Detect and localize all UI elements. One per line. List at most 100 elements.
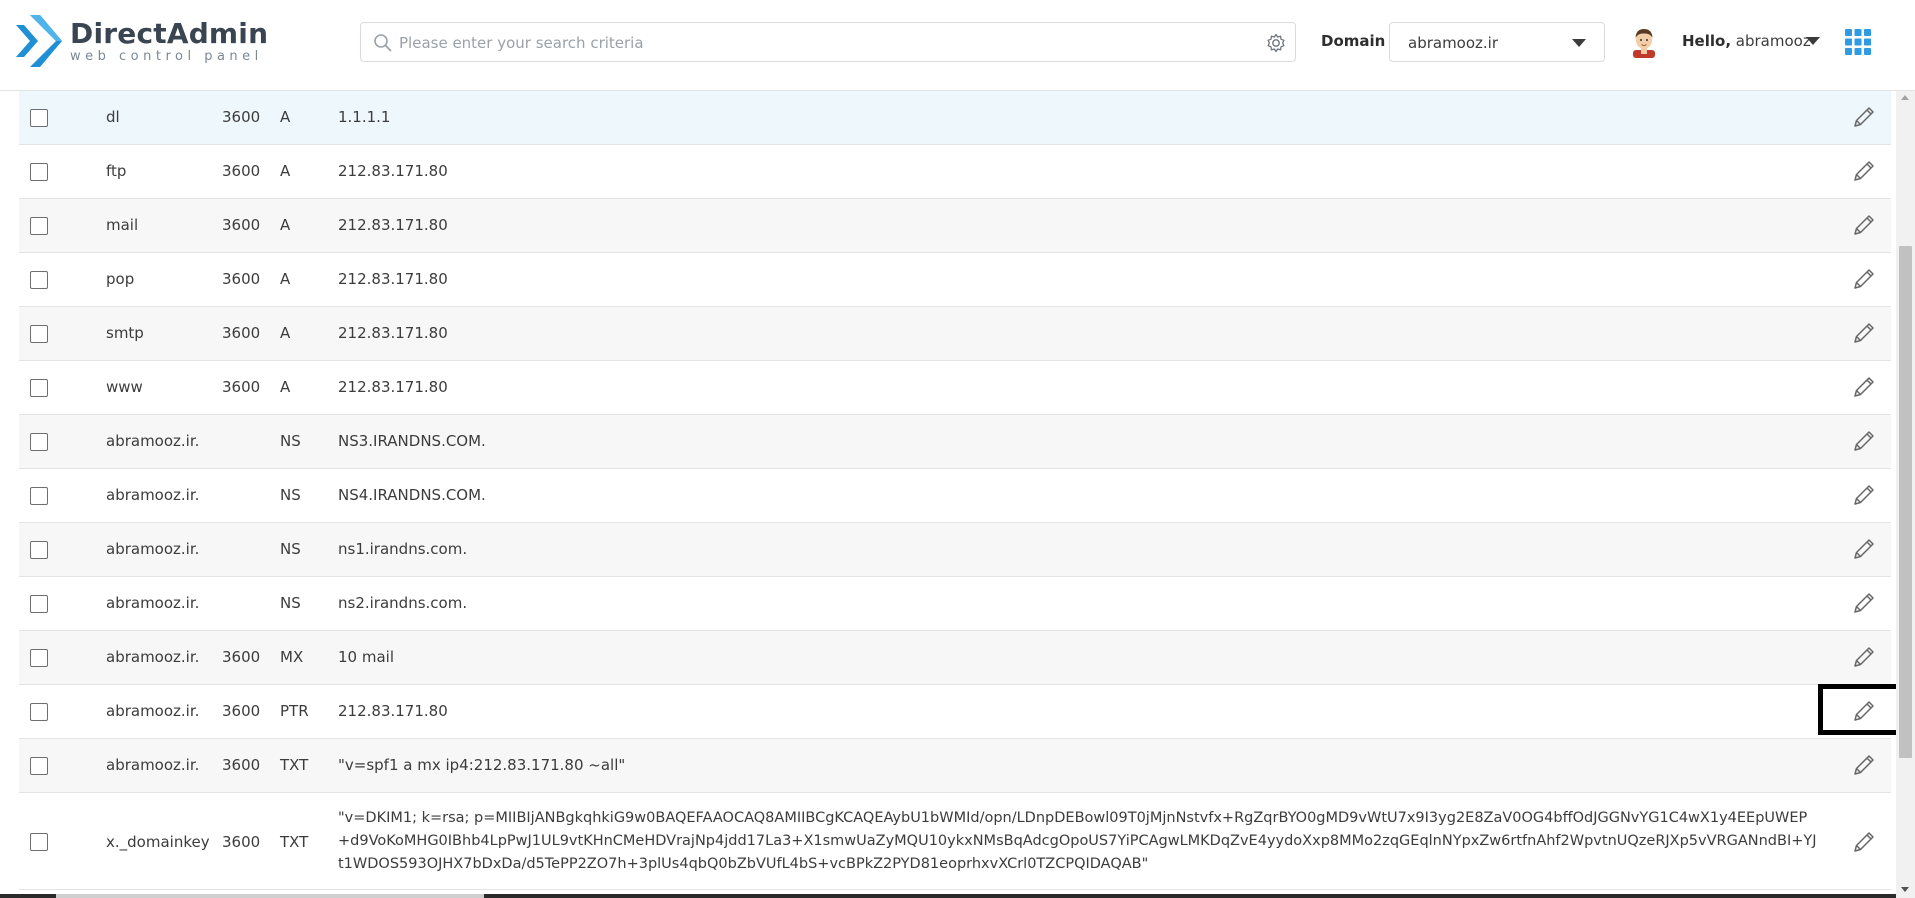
row-checkbox[interactable] — [30, 487, 48, 505]
pencil-icon[interactable] — [1851, 752, 1877, 778]
row-checkbox[interactable] — [30, 649, 48, 667]
scroll-up-arrow-icon[interactable] — [1901, 95, 1909, 100]
record-type: NS — [280, 540, 301, 558]
table-row: x._domainkey 3600 TXT "v=DKIM1; k=rsa; p… — [19, 793, 1891, 890]
record-value: "v=spf1 a mx ip4:212.83.171.80 ~all" — [338, 756, 626, 774]
user-menu-chevron-icon[interactable] — [1806, 37, 1820, 45]
record-value: 212.83.171.80 — [338, 702, 448, 720]
row-checkbox[interactable] — [30, 833, 48, 851]
record-name: abramooz.ir. — [106, 594, 200, 612]
greeting-label: Hello, — [1682, 32, 1732, 50]
row-checkbox[interactable] — [30, 379, 48, 397]
pencil-icon[interactable] — [1851, 536, 1877, 562]
record-value: NS3.IRANDNS.COM. — [338, 432, 486, 450]
top-header: DirectAdmin web control panel Domain abr… — [0, 0, 1915, 91]
table-row: abramooz.ir. NS ns1.irandns.com. — [19, 523, 1891, 577]
record-name: dl — [106, 108, 120, 126]
record-name: abramooz.ir. — [106, 756, 200, 774]
record-value: ns1.irandns.com. — [338, 540, 468, 558]
domain-select[interactable]: abramooz.ir — [1389, 22, 1605, 62]
record-name: mail — [106, 216, 139, 234]
scroll-down-arrow-icon[interactable] — [1901, 887, 1909, 892]
record-type: TXT — [280, 756, 309, 774]
record-name: x._domainkey — [106, 833, 210, 851]
record-name: abramooz.ir. — [106, 702, 200, 720]
pencil-icon[interactable] — [1851, 698, 1877, 724]
apps-grid-icon[interactable] — [1845, 29, 1871, 55]
chevron-down-icon — [1572, 39, 1586, 47]
row-checkbox[interactable] — [30, 271, 48, 289]
record-ttl: 3600 — [222, 833, 261, 851]
dns-records-table: dl 3600 A 1.1.1.1 ftp 3600 A 212.83.171.… — [19, 91, 1891, 890]
pencil-icon[interactable] — [1851, 482, 1877, 508]
record-value: 212.83.171.80 — [338, 378, 448, 396]
user-avatar[interactable] — [1630, 26, 1658, 58]
directadmin-logo-icon — [16, 15, 62, 67]
pencil-icon[interactable] — [1851, 590, 1877, 616]
search-icon — [374, 34, 392, 52]
pencil-icon[interactable] — [1851, 158, 1877, 184]
pencil-icon[interactable] — [1851, 320, 1877, 346]
record-value: 212.83.171.80 — [338, 270, 448, 288]
search-input[interactable] — [397, 27, 1241, 59]
pencil-icon[interactable] — [1851, 212, 1877, 238]
record-ttl: 3600 — [222, 324, 261, 342]
row-checkbox[interactable] — [30, 325, 48, 343]
table-row: smtp 3600 A 212.83.171.80 — [19, 307, 1891, 361]
row-checkbox[interactable] — [30, 595, 48, 613]
record-value: 212.83.171.80 — [338, 324, 448, 342]
vertical-scrollbar[interactable] — [1896, 91, 1915, 898]
row-checkbox[interactable] — [30, 541, 48, 559]
pencil-icon[interactable] — [1851, 644, 1877, 670]
record-name: abramooz.ir. — [106, 540, 200, 558]
record-type: NS — [280, 432, 301, 450]
table-row: abramooz.ir. NS ns2.irandns.com. — [19, 577, 1891, 631]
search-box — [360, 22, 1296, 62]
logo-title: DirectAdmin — [70, 16, 269, 50]
record-type: A — [280, 162, 291, 180]
record-name: smtp — [106, 324, 144, 342]
user-greeting[interactable]: Hello, abramooz — [1682, 32, 1811, 50]
record-type: A — [280, 270, 291, 288]
record-type: TXT — [280, 833, 309, 851]
record-name: www — [106, 378, 143, 396]
record-value: "v=DKIM1; k=rsa; p=MIIBIjANBgkqhkiG9w0BA… — [338, 810, 1817, 872]
horizontal-scrollbar[interactable] — [0, 894, 1896, 898]
pencil-icon[interactable] — [1851, 104, 1877, 130]
search-settings-icon[interactable] — [1265, 32, 1287, 54]
pencil-icon[interactable] — [1851, 266, 1877, 292]
row-checkbox[interactable] — [30, 109, 48, 127]
table-row: ftp 3600 A 212.83.171.80 — [19, 145, 1891, 199]
record-type: A — [280, 216, 291, 234]
record-ttl: 3600 — [222, 648, 261, 666]
scroll-segment — [484, 894, 1896, 898]
record-ttl: 3600 — [222, 108, 261, 126]
scroll-thumb[interactable] — [1899, 246, 1912, 758]
record-value: 10 mail — [338, 648, 394, 666]
record-name: abramooz.ir. — [106, 486, 200, 504]
table-row: abramooz.ir. 3600 PTR 212.83.171.80 — [19, 685, 1891, 739]
pencil-icon[interactable] — [1851, 428, 1877, 454]
row-checkbox[interactable] — [30, 757, 48, 775]
record-type: A — [280, 108, 291, 126]
row-checkbox[interactable] — [30, 703, 48, 721]
record-ttl: 3600 — [222, 270, 261, 288]
record-value: 1.1.1.1 — [338, 108, 391, 126]
table-row: abramooz.ir. NS NS3.IRANDNS.COM. — [19, 415, 1891, 469]
record-type: A — [280, 378, 291, 396]
row-checkbox[interactable] — [30, 433, 48, 451]
row-checkbox[interactable] — [30, 163, 48, 181]
record-type: MX — [280, 648, 304, 666]
record-name: pop — [106, 270, 135, 288]
table-row: www 3600 A 212.83.171.80 — [19, 361, 1891, 415]
record-ttl: 3600 — [222, 162, 261, 180]
directadmin-logo[interactable]: DirectAdmin web control panel — [16, 14, 268, 68]
record-name: ftp — [106, 162, 127, 180]
record-value: ns2.irandns.com. — [338, 594, 468, 612]
pencil-icon[interactable] — [1851, 829, 1877, 855]
row-checkbox[interactable] — [30, 217, 48, 235]
table-row: abramooz.ir. NS NS4.IRANDNS.COM. — [19, 469, 1891, 523]
table-row: pop 3600 A 212.83.171.80 — [19, 253, 1891, 307]
pencil-icon[interactable] — [1851, 374, 1877, 400]
scroll-segment — [0, 894, 56, 898]
